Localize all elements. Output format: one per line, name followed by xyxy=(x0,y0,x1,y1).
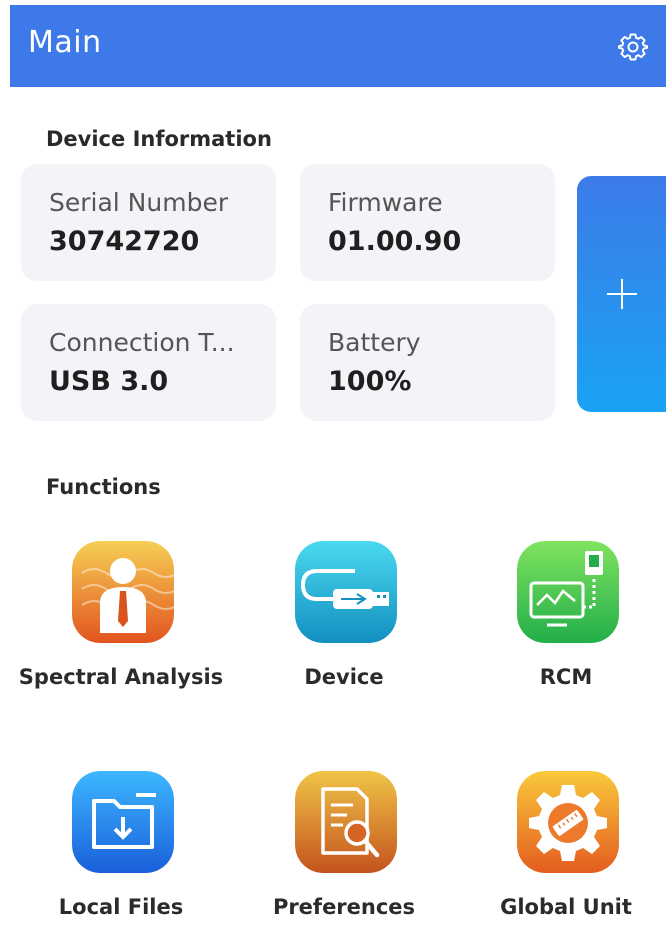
connection-type-card: Connection T... USB 3.0 xyxy=(21,304,276,421)
folder-download-icon xyxy=(72,771,174,873)
function-device[interactable]: Device xyxy=(234,541,454,711)
firmware-card: Firmware 01.00.90 xyxy=(300,164,555,281)
functions-heading: Functions xyxy=(46,475,161,499)
device-label: Device xyxy=(304,665,384,689)
battery-label: Battery xyxy=(328,328,421,357)
serial-number-label: Serial Number xyxy=(49,188,229,217)
spectral-analysis-label: Spectral Analysis xyxy=(18,665,224,689)
local-files-label: Local Files xyxy=(58,895,184,919)
spectral-analysis-icon xyxy=(72,541,174,643)
connection-type-value: USB 3.0 xyxy=(49,366,169,397)
add-device-button[interactable] xyxy=(577,176,666,412)
page-title: Main xyxy=(28,25,102,60)
function-preferences[interactable]: Preferences xyxy=(234,771,454,941)
monitor-icon xyxy=(517,541,619,643)
connection-type-label: Connection T... xyxy=(49,328,235,357)
function-global-unit[interactable]: Global Unit xyxy=(456,771,666,941)
usb-device-icon xyxy=(295,541,397,643)
rcm-label: RCM xyxy=(539,665,593,689)
app-header: Main xyxy=(10,5,666,87)
function-rcm[interactable]: RCM xyxy=(456,541,666,711)
firmware-value: 01.00.90 xyxy=(328,226,462,257)
document-search-icon xyxy=(295,771,397,873)
function-local-files[interactable]: Local Files xyxy=(11,771,231,941)
firmware-label: Firmware xyxy=(328,188,443,217)
device-information-heading: Device Information xyxy=(46,127,272,151)
preferences-label: Preferences xyxy=(272,895,416,919)
function-spectral-analysis[interactable]: Spectral Analysis xyxy=(11,541,231,711)
global-unit-label: Global Unit xyxy=(500,895,632,919)
battery-card: Battery 100% xyxy=(300,304,555,421)
gear-icon[interactable] xyxy=(616,30,650,64)
plus-icon xyxy=(607,279,637,309)
serial-number-card: Serial Number 30742720 xyxy=(21,164,276,281)
gear-ruler-icon xyxy=(517,771,619,873)
serial-number-value: 30742720 xyxy=(49,226,200,257)
battery-value: 100% xyxy=(328,366,412,397)
